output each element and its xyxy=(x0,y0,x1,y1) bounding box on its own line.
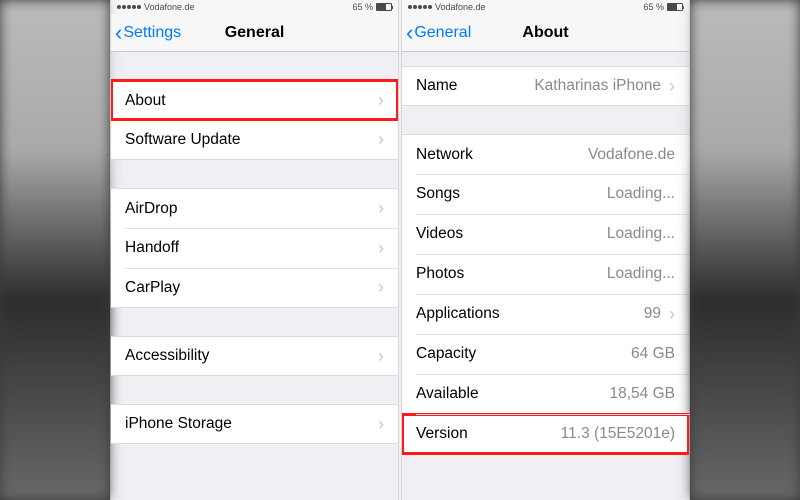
row-label: Software Update xyxy=(125,131,240,149)
chevron-left-icon: ‹ xyxy=(406,22,413,44)
row-capacity[interactable]: Capacity 64 GB xyxy=(402,334,689,374)
phone-right: Vodafone.de 65 % ‹ General About Name Kat… xyxy=(401,0,690,500)
row-label: Applications xyxy=(416,305,500,323)
background-blur-left xyxy=(0,0,110,500)
chevron-right-icon: › xyxy=(378,198,384,219)
chevron-right-icon: › xyxy=(378,346,384,367)
battery-percent: 65 % xyxy=(352,2,373,12)
row-value: Loading... xyxy=(607,225,675,243)
screenshot-pair: Vodafone.de 65 % ‹ Settings General Abou… xyxy=(110,0,690,500)
back-button[interactable]: ‹ General xyxy=(402,22,471,44)
settings-group: Network Vodafone.de Songs Loading... Videos L… xyxy=(402,134,689,454)
row-label: Handoff xyxy=(125,239,179,257)
row-label: About xyxy=(125,92,166,110)
row-label: Videos xyxy=(416,225,463,243)
row-about[interactable]: About › xyxy=(111,80,398,120)
row-label: Available xyxy=(416,385,479,403)
signal-icon xyxy=(117,5,141,9)
row-label: CarPlay xyxy=(125,279,180,297)
row-value: 64 GB xyxy=(631,345,675,363)
row-songs[interactable]: Songs Loading... xyxy=(402,174,689,214)
back-button[interactable]: ‹ Settings xyxy=(111,22,181,44)
carrier-label: Vodafone.de xyxy=(435,2,486,12)
signal-icon xyxy=(408,5,432,9)
row-version[interactable]: Version 11.3 (15E5201e) xyxy=(402,414,689,454)
chevron-right-icon: › xyxy=(378,238,384,259)
battery-icon xyxy=(667,3,683,11)
row-label: Accessibility xyxy=(125,347,209,365)
chevron-right-icon: › xyxy=(378,90,384,111)
group-gap xyxy=(111,308,398,336)
row-network[interactable]: Network Vodafone.de xyxy=(402,134,689,174)
row-carplay[interactable]: CarPlay › xyxy=(111,268,398,308)
battery-icon xyxy=(376,3,392,11)
background-blur-right xyxy=(690,0,800,500)
chevron-right-icon: › xyxy=(378,414,384,435)
row-label: Songs xyxy=(416,185,460,203)
back-label: Settings xyxy=(123,24,181,42)
row-value: Loading... xyxy=(607,185,675,203)
chevron-right-icon: › xyxy=(669,304,675,325)
row-value: 18,54 GB xyxy=(610,385,676,403)
about-list[interactable]: Name Katharinas iPhone › Network Vodafone.de… xyxy=(402,52,689,500)
row-photos[interactable]: Photos Loading... xyxy=(402,254,689,294)
chevron-right-icon: › xyxy=(378,277,384,298)
row-handoff[interactable]: Handoff › xyxy=(111,228,398,268)
row-label: iPhone Storage xyxy=(125,415,232,433)
status-bar: Vodafone.de 65 % xyxy=(402,0,689,14)
group-gap xyxy=(111,52,398,80)
row-label: Name xyxy=(416,77,457,95)
row-value: Vodafone.de xyxy=(588,146,675,164)
settings-group: About › Software Update › xyxy=(111,80,398,160)
row-software-update[interactable]: Software Update › xyxy=(111,120,398,160)
row-label: Photos xyxy=(416,265,464,283)
phone-left: Vodafone.de 65 % ‹ Settings General Abou… xyxy=(110,0,399,500)
row-videos[interactable]: Videos Loading... xyxy=(402,214,689,254)
row-available[interactable]: Available 18,54 GB xyxy=(402,374,689,414)
row-value: 99 xyxy=(644,305,661,323)
settings-group: Accessibility › xyxy=(111,336,398,376)
row-label: Capacity xyxy=(416,345,476,363)
settings-group: Name Katharinas iPhone › xyxy=(402,66,689,106)
back-label: General xyxy=(414,24,471,42)
status-bar: Vodafone.de 65 % xyxy=(111,0,398,14)
row-value: Katharinas iPhone xyxy=(534,77,661,95)
row-value: 11.3 (15E5201e) xyxy=(561,425,675,443)
nav-bar: ‹ Settings General xyxy=(111,14,398,52)
group-gap xyxy=(111,376,398,404)
group-gap xyxy=(402,52,689,66)
row-value: Loading... xyxy=(607,265,675,283)
row-applications[interactable]: Applications 99 › xyxy=(402,294,689,334)
row-accessibility[interactable]: Accessibility › xyxy=(111,336,398,376)
carrier-label: Vodafone.de xyxy=(144,2,195,12)
group-gap xyxy=(111,160,398,188)
settings-list[interactable]: About›Software Update›AirDrop›Handoff›Ca… xyxy=(111,52,398,500)
chevron-right-icon: › xyxy=(669,76,675,97)
row-label: Version xyxy=(416,425,468,443)
row-name[interactable]: Name Katharinas iPhone › xyxy=(402,66,689,106)
group-gap xyxy=(402,106,689,134)
nav-bar: ‹ General About xyxy=(402,14,689,52)
settings-group: iPhone Storage › xyxy=(111,404,398,444)
chevron-left-icon: ‹ xyxy=(115,22,122,44)
battery-percent: 65 % xyxy=(643,2,664,12)
row-label: Network xyxy=(416,146,473,164)
settings-group: AirDrop › Handoff › CarPlay › xyxy=(111,188,398,308)
chevron-right-icon: › xyxy=(378,129,384,150)
row-airdrop[interactable]: AirDrop › xyxy=(111,188,398,228)
row-iphone-storage[interactable]: iPhone Storage › xyxy=(111,404,398,444)
row-label: AirDrop xyxy=(125,200,178,218)
